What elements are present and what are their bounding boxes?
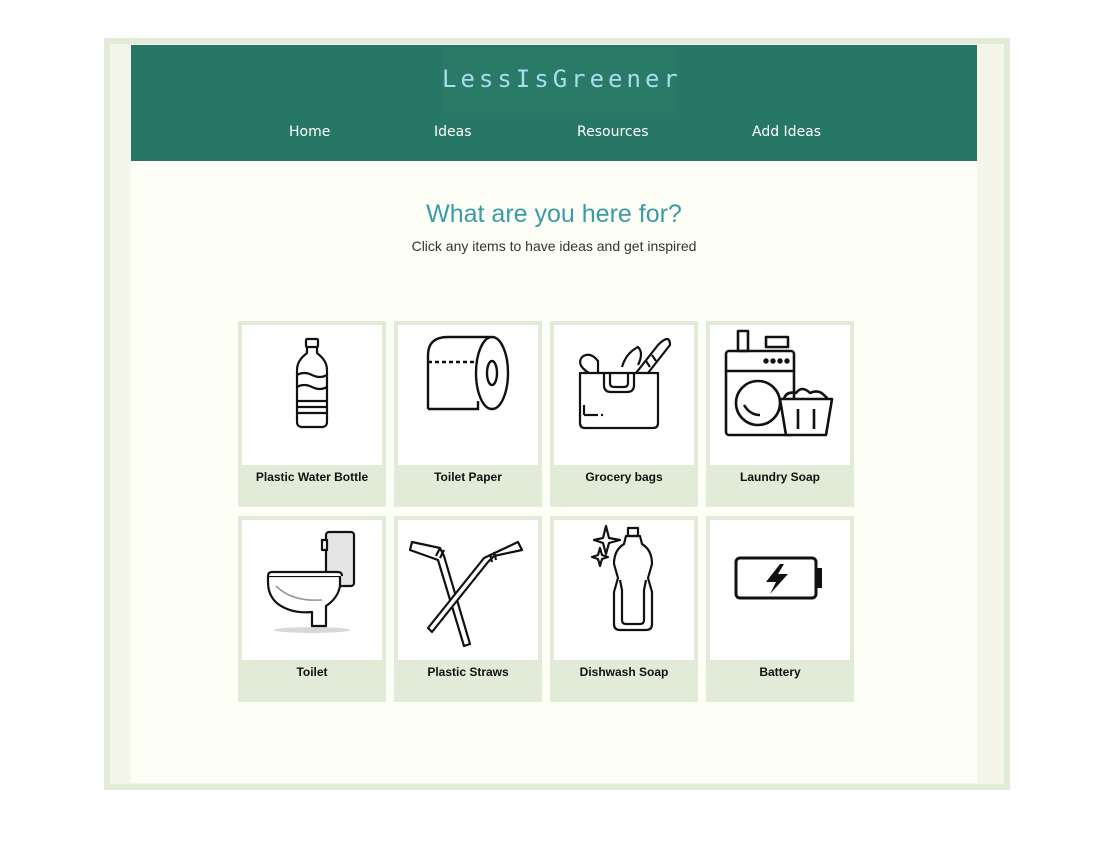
page-title: What are you here for?: [426, 200, 682, 228]
item-card-plastic-water-bottle[interactable]: Plastic Water Bottle: [238, 321, 386, 507]
straws-icon: [408, 540, 524, 648]
toilet-paper-icon: [426, 335, 510, 411]
item-image: [554, 520, 694, 660]
item-image: [398, 325, 538, 465]
water-bottle-icon: [295, 337, 329, 429]
nav-home[interactable]: Home: [289, 124, 330, 140]
logo-text: LessIsGreener: [442, 65, 682, 93]
item-image: [242, 325, 382, 465]
toilet-icon: [266, 530, 356, 633]
site-header: LessIsGreener Home Ideas Resources Add I…: [131, 45, 977, 161]
item-image: [554, 325, 694, 465]
logo[interactable]: LessIsGreener: [442, 49, 682, 113]
item-label: Toilet: [296, 665, 328, 679]
item-card-plastic-straws[interactable]: Plastic Straws: [394, 516, 542, 702]
item-card-battery[interactable]: Battery: [706, 516, 854, 702]
item-label: Dishwash Soap: [579, 665, 669, 679]
washing-machine-icon: [724, 329, 834, 437]
page-frame: LessIsGreener Home Ideas Resources Add I…: [104, 38, 1010, 790]
item-label: Laundry Soap: [739, 470, 820, 484]
item-image: [242, 520, 382, 660]
item-label: Toilet Paper: [434, 470, 502, 484]
item-label: Battery: [759, 665, 801, 679]
page-subtitle: Click any items to have ideas and get in…: [411, 238, 697, 254]
grocery-bag-icon: [578, 337, 672, 430]
item-card-toilet-paper[interactable]: Toilet Paper: [394, 321, 542, 507]
nav-add-ideas[interactable]: Add Ideas: [752, 124, 821, 140]
item-card-toilet[interactable]: Toilet: [238, 516, 386, 702]
item-image: [398, 520, 538, 660]
dish-soap-icon: [590, 524, 654, 632]
item-label: Grocery bags: [585, 470, 663, 484]
nav-ideas[interactable]: Ideas: [434, 124, 472, 140]
item-label: Plastic Water Bottle: [255, 470, 369, 484]
nav-resources[interactable]: Resources: [577, 124, 649, 140]
item-card-dishwash-soap[interactable]: Dishwash Soap: [550, 516, 698, 702]
item-label: Plastic Straws: [427, 665, 509, 679]
item-image: [710, 325, 850, 465]
battery-icon: [734, 556, 822, 600]
page-content: LessIsGreener Home Ideas Resources Add I…: [131, 45, 977, 783]
item-card-laundry-soap[interactable]: Laundry Soap: [706, 321, 854, 507]
item-image: [710, 520, 850, 660]
item-card-grocery-bags[interactable]: Grocery bags: [550, 321, 698, 507]
